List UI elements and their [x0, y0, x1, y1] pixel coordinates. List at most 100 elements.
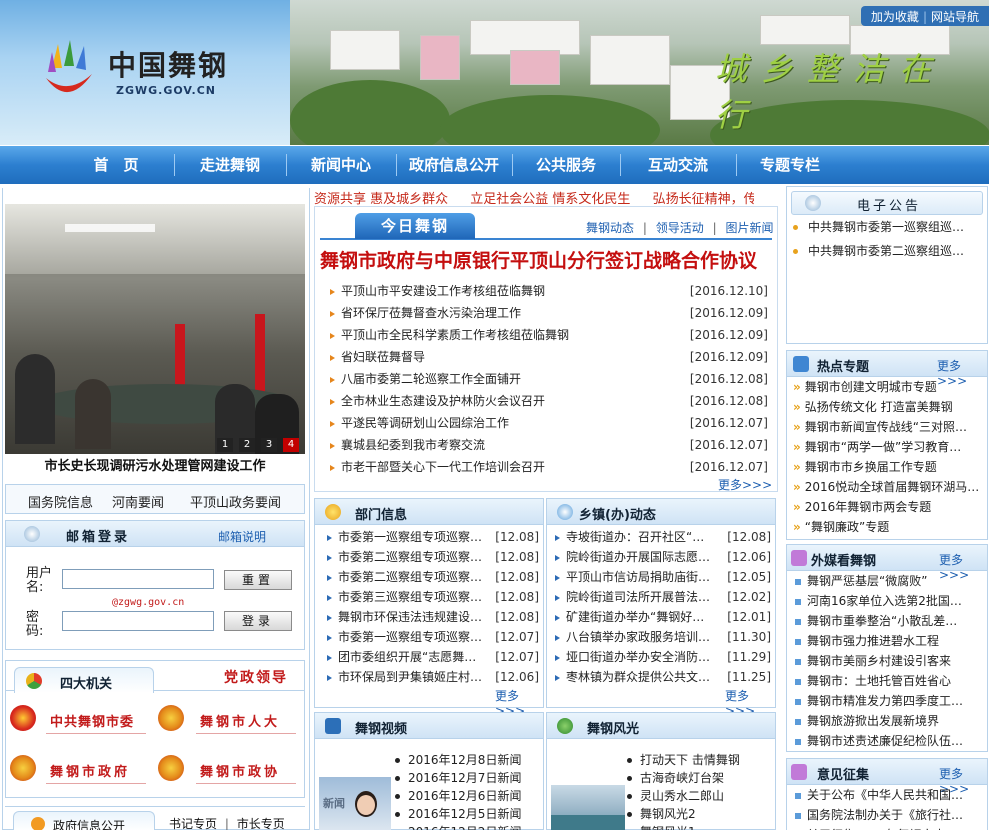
news-item[interactable]: 襄城县纪委到我市考察交流 [2016.12.07]: [330, 434, 768, 456]
media-item[interactable]: 舞钢市强力推进碧水工程: [795, 631, 985, 651]
media-item[interactable]: 舞钢市：土地托管百姓省心: [795, 671, 985, 691]
nav-topics[interactable]: 专题专栏: [738, 146, 842, 184]
secretary-page-link[interactable]: 书记专页: [169, 817, 217, 830]
nav-public-service[interactable]: 公共服务: [514, 146, 618, 184]
gov-link-state-council[interactable]: 国务院信息: [28, 492, 93, 511]
feature-photo[interactable]: 1 2 3 4: [5, 204, 305, 454]
org-cppcc[interactable]: 舞钢市政协: [200, 761, 280, 780]
town-item[interactable]: 垭口街道办举办安全消防… [11.29]: [555, 647, 771, 667]
site-map-link[interactable]: 网站导航: [927, 10, 983, 24]
media-item[interactable]: 舞钢市精准发力第四季度工…: [795, 691, 985, 711]
dept-item[interactable]: 市委第二巡察组专项巡察… [12.08]: [327, 547, 539, 567]
town-item[interactable]: 院岭街道办开展国际志愿… [12.06]: [555, 547, 771, 567]
media-item[interactable]: 河南16家单位入选第2批国…: [795, 591, 985, 611]
notice-item[interactable]: 中共舞钢市委第一巡察组巡…: [787, 215, 983, 239]
login-button[interactable]: 登录: [224, 611, 292, 631]
org-government[interactable]: 舞钢市政府: [50, 761, 130, 780]
dept-item[interactable]: 市环保局到尹集镇姬庄村… [12.06]: [327, 667, 539, 687]
scenery-item[interactable]: 古海奇峡灯台架: [627, 769, 772, 787]
mail-help-link[interactable]: 邮箱说明: [218, 528, 266, 545]
password-input[interactable]: [62, 611, 214, 631]
nav-home[interactable]: 首 页: [60, 146, 172, 184]
hot-topic-item[interactable]: » 舞钢市创建文明城市专题: [793, 377, 985, 397]
media-item[interactable]: 舞钢严惩基层“微腐败”: [795, 571, 985, 591]
today-tab[interactable]: 今日舞钢: [355, 213, 475, 239]
hot-topic-item[interactable]: » 2016悦动全球首届舞钢环湖马…: [793, 477, 985, 497]
opinion-item[interactable]: 国务院法制办关于《旅行社…: [795, 805, 985, 825]
town-item[interactable]: 枣林镇为群众提供公共文… [11.25]: [555, 667, 771, 687]
news-item[interactable]: 全市林业生态建设及护林防火会议召开 [2016.12.08]: [330, 390, 768, 412]
scenery-item[interactable]: 灵山秀水二郎山: [627, 787, 772, 805]
dept-item[interactable]: 市委第二巡察组专项巡察… [12.08]: [327, 567, 539, 587]
mayor-page-link[interactable]: 市长专页: [237, 817, 285, 830]
scenery-item[interactable]: 舞钢风光2: [627, 805, 772, 823]
dept-item[interactable]: 团市委组织开展“志愿舞… [12.07]: [327, 647, 539, 667]
video-thumbnail[interactable]: 新闻: [319, 777, 391, 830]
nav-about[interactable]: 走进舞钢: [176, 146, 284, 184]
gov-link-henan[interactable]: 河南要闻: [112, 492, 164, 511]
dept-item[interactable]: 市委第一巡察组专项巡察… [12.08]: [327, 527, 539, 547]
news-item[interactable]: 省环保厅莅舞督查水污染治理工作 [2016.12.09]: [330, 302, 768, 324]
feature-caption[interactable]: 市长史长现调研污水处理管网建设工作: [5, 455, 305, 474]
headline[interactable]: 舞钢市政府与中原银行平顶山分行签订战略合作协议: [320, 246, 757, 273]
media-item[interactable]: 舞钢市美丽乡村建设引客来: [795, 651, 985, 671]
nav-gov-info[interactable]: 政府信息公开: [398, 146, 510, 184]
gov-info-tab[interactable]: 政府信息公开: [53, 817, 125, 830]
town-item[interactable]: 平顶山市信访局捐助庙街… [12.05]: [555, 567, 771, 587]
slide-page-2[interactable]: 2: [239, 438, 255, 452]
party-leaders-link[interactable]: 党政领导: [224, 667, 288, 687]
news-item[interactable]: 平遂民等调研划山公园综治工作 [2016.12.07]: [330, 412, 768, 434]
town-item[interactable]: 院岭街道司法所开展普法… [12.02]: [555, 587, 771, 607]
video-item[interactable]: 2016年12月6日新闻: [395, 787, 540, 805]
hot-topic-item[interactable]: » 舞钢市“两学一做”学习教育…: [793, 437, 985, 457]
site-name[interactable]: 中国舞钢: [108, 44, 228, 84]
hot-topic-item[interactable]: » 2016年舞钢市两会专题: [793, 497, 985, 517]
today-link-photo-news[interactable]: 图片新闻: [725, 221, 773, 235]
dept-item[interactable]: 市委第一巡察组专项巡察… [12.07]: [327, 627, 539, 647]
video-item[interactable]: 2016年12月2日新闻: [395, 823, 540, 830]
dept-item[interactable]: 舞钢市环保违法违规建设… [12.08]: [327, 607, 539, 627]
media-item[interactable]: 舞钢市述责述廉促纪检队伍…: [795, 731, 985, 751]
video-item[interactable]: 2016年12月7日新闻: [395, 769, 540, 787]
media-item[interactable]: 舞钢市重拳整治“小散乱差…: [795, 611, 985, 631]
add-favorite-link[interactable]: 加为收藏: [867, 10, 923, 24]
today-more-link[interactable]: 更多>>>: [718, 476, 772, 493]
slide-page-3[interactable]: 3: [261, 438, 277, 452]
news-item[interactable]: 平顶山市平安建设工作考核组莅临舞钢 [2016.12.10]: [330, 280, 768, 302]
slide-page-1[interactable]: 1: [217, 438, 233, 452]
scrolling-slogans[interactable]: 资源共享 惠及城乡群众 立足社会公益 情系文化民生 弘扬长征精神，传承红: [314, 188, 754, 206]
organs-tab[interactable]: 四大机关: [60, 673, 112, 692]
scenery-item[interactable]: 打动天下 击情舞钢: [627, 751, 772, 769]
town-item[interactable]: 寺坡街道办：召开社区“… [12.08]: [555, 527, 771, 547]
username-input[interactable]: [62, 569, 214, 589]
gov-link-pingdingshan[interactable]: 平顶山政务要闻: [190, 492, 281, 511]
item-title: 平顶山市全民科学素质工作考核组莅临舞钢: [341, 328, 570, 342]
news-item[interactable]: 平顶山市全民科学素质工作考核组莅临舞钢 [2016.12.09]: [330, 324, 768, 346]
org-party-committee[interactable]: 中共舞钢市委: [50, 711, 134, 730]
nav-interaction[interactable]: 互动交流: [622, 146, 734, 184]
news-item[interactable]: 八届市委第二轮巡察工作全面铺开 [2016.12.08]: [330, 368, 768, 390]
video-item[interactable]: 2016年12月8日新闻: [395, 751, 540, 769]
hot-topic-item[interactable]: » 舞钢市新闻宣传战线“三对照…: [793, 417, 985, 437]
notice-item[interactable]: 中共舞钢市委第二巡察组巡…: [787, 239, 983, 263]
video-item[interactable]: 2016年12月5日新闻: [395, 805, 540, 823]
reset-button[interactable]: 重置: [224, 570, 292, 590]
slide-page-4[interactable]: 4: [283, 438, 299, 452]
town-item[interactable]: 八台镇举办家政服务培训… [11.30]: [555, 627, 771, 647]
town-item[interactable]: 矿建街道办举办“舞钢好… [12.01]: [555, 607, 771, 627]
scenery-thumbnail[interactable]: [551, 785, 625, 830]
hot-topic-item[interactable]: » “舞钢廉政”专题: [793, 517, 985, 537]
media-item[interactable]: 舞钢旅游掀出发展新境界: [795, 711, 985, 731]
news-item[interactable]: 省妇联莅舞督导 [2016.12.09]: [330, 346, 768, 368]
opinion-item[interactable]: 关于征集2017年舞钢市十…: [795, 825, 985, 830]
opinion-item[interactable]: 关于公布《中华人民共和国…: [795, 785, 985, 805]
nav-news[interactable]: 新闻中心: [288, 146, 394, 184]
dept-item[interactable]: 市委第三巡察组专项巡察… [12.08]: [327, 587, 539, 607]
today-link-leaders[interactable]: 领导活动: [656, 221, 704, 235]
hot-topic-item[interactable]: » 弘扬传统文化 打造富美舞钢: [793, 397, 985, 417]
hot-topic-item[interactable]: » 舞钢市市乡换届工作专题: [793, 457, 985, 477]
news-item[interactable]: 市老干部暨关心下一代工作培训会召开 [2016.12.07]: [330, 456, 768, 478]
scenery-item[interactable]: 舞钢风光1: [627, 823, 772, 830]
org-congress[interactable]: 舞钢市人大: [200, 711, 280, 730]
today-link-dynamics[interactable]: 舞钢动态: [586, 221, 634, 235]
